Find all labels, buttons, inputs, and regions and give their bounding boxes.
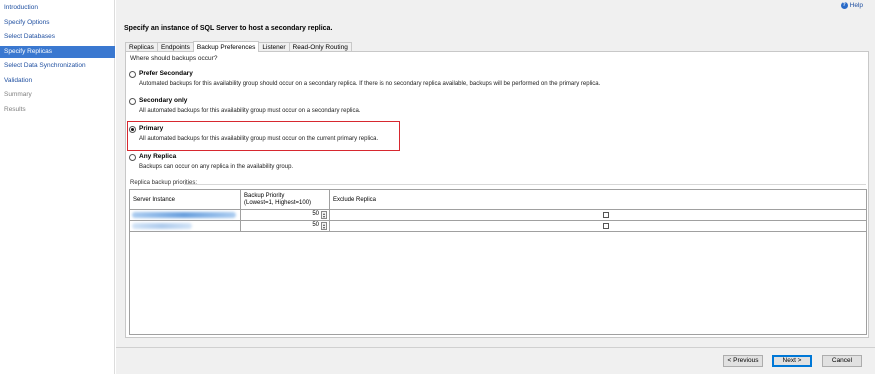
footer-divider <box>116 347 875 348</box>
radio-any-replica[interactable] <box>129 154 136 161</box>
exclude-cell <box>330 221 866 231</box>
help-label: Help <box>849 2 863 9</box>
priority-spinner[interactable] <box>321 211 327 219</box>
priority-header-line2: (Lowest=1, Highest=100) <box>244 200 312 206</box>
backup-preferences-panel: Where should backups occur? Prefer Secon… <box>125 51 869 338</box>
grid-header: Server Instance Backup Priority (Lowest=… <box>130 190 866 210</box>
table-row[interactable]: 50 <box>130 210 866 221</box>
exclude-checkbox[interactable] <box>603 212 609 218</box>
tab-backup-preferences[interactable]: Backup Preferences <box>192 41 260 52</box>
option-label: Any Replica <box>139 153 177 160</box>
priority-cell[interactable]: 50 <box>241 210 330 220</box>
sidebar-item-select-data-synchronization[interactable]: Select Data Synchronization <box>0 60 115 72</box>
priority-cell[interactable]: 50 <box>241 221 330 231</box>
main-content: ? Help Specify an instance of SQL Server… <box>116 0 875 374</box>
section-divider <box>184 184 866 185</box>
server-cell[interactable] <box>130 210 241 220</box>
priority-header-line1: Backup Priority <box>244 193 285 199</box>
backup-question: Where should backups occur? <box>130 55 218 62</box>
radio-secondary-only[interactable] <box>129 98 136 105</box>
page-heading: Specify an instance of SQL Server to hos… <box>124 25 333 32</box>
sidebar-item-summary: Summary <box>4 91 32 98</box>
sidebar-item-results: Results <box>4 105 26 113</box>
server-cell[interactable] <box>130 221 241 231</box>
option-label: Prefer Secondary <box>139 70 193 77</box>
wizard-sidebar: Introduction Specify Options Select Data… <box>0 0 115 374</box>
option-description: Backups can occur on any replica in the … <box>139 164 294 170</box>
option-label: Primary <box>139 125 164 132</box>
next-button[interactable]: Next > <box>772 355 812 367</box>
option-description: All automated backups for this availabil… <box>139 108 361 114</box>
sidebar-item-specify-options[interactable]: Specify Options <box>0 17 115 29</box>
redacted-server-name <box>132 223 192 229</box>
sidebar-item-specify-replicas[interactable]: Specify Replicas <box>0 45 115 58</box>
help-link[interactable]: ? Help <box>840 2 863 9</box>
previous-button[interactable]: < Previous <box>723 355 763 367</box>
replica-priorities-label: Replica backup priorities: <box>130 180 198 186</box>
exclude-checkbox[interactable] <box>603 223 609 229</box>
sidebar-item-validation[interactable]: Validation <box>0 75 115 87</box>
sidebar-item-select-databases[interactable]: Select Databases <box>0 31 115 43</box>
radio-primary[interactable] <box>129 126 136 133</box>
cancel-button[interactable]: Cancel <box>822 355 862 367</box>
help-icon: ? <box>840 2 848 9</box>
option-description: Automated backups for this availability … <box>139 81 601 87</box>
sidebar-item-introduction[interactable]: Introduction <box>0 2 115 14</box>
priority-spinner[interactable] <box>321 222 327 230</box>
table-row[interactable]: 50 <box>130 221 866 232</box>
redacted-server-name <box>132 212 236 218</box>
column-header-priority[interactable]: Backup Priority (Lowest=1, Highest=100) <box>241 190 330 210</box>
priority-value[interactable]: 50 <box>312 211 319 217</box>
column-header-server[interactable]: Server Instance <box>130 190 241 210</box>
replica-priorities-grid: Server Instance Backup Priority (Lowest=… <box>129 189 867 335</box>
radio-prefer-secondary[interactable] <box>129 71 136 78</box>
option-label: Secondary only <box>139 97 188 104</box>
exclude-cell <box>330 210 866 220</box>
priority-value[interactable]: 50 <box>312 222 319 228</box>
option-description: All automated backups for this availabil… <box>139 136 379 142</box>
column-header-exclude[interactable]: Exclude Replica <box>330 190 866 210</box>
